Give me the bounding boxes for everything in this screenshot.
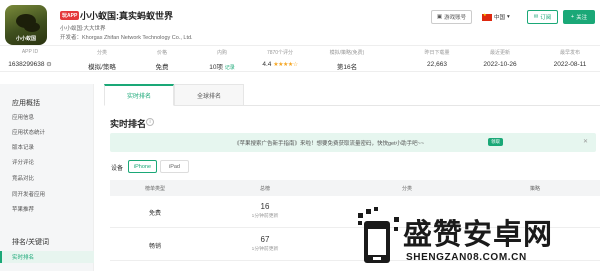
stat-value: 10项	[209, 64, 223, 71]
info-icon[interactable]: i	[146, 118, 154, 126]
account-icon: ▣	[436, 14, 443, 20]
app-subtitle: 小小蚁国:大大世界	[60, 26, 106, 32]
stats-bar: APP ID 1638299638 ⊙ 分类 模拟/策略 价格 免费 内购 10…	[0, 45, 600, 72]
stat-value: 2022-10-26	[483, 61, 517, 68]
star-rating-icon: ★★★★☆	[273, 62, 298, 68]
stat-label: 内购	[216, 50, 227, 56]
sidebar-item-apple-featured[interactable]: 苹果推荐	[12, 205, 34, 213]
rank-update-time: 1分钟前更新	[251, 247, 279, 252]
stat-label: 模拟/策略(免费)	[329, 50, 365, 56]
row-list-type: 畅销	[148, 244, 161, 250]
stat-label: 最近更新	[489, 50, 510, 56]
rank-update-time: 1分钟前更新	[251, 214, 279, 219]
subscribe-button[interactable]: ✉ 订阅	[527, 10, 558, 24]
col-header-list-type: 榜单类型	[144, 186, 165, 192]
stat-value: 4.4	[262, 61, 272, 68]
stat-label: 昨日下载量	[424, 50, 450, 56]
row-list-type: 免费	[148, 211, 161, 217]
stat-value: 模拟/策略	[88, 64, 116, 71]
device-iphone-button[interactable]: iPhone	[128, 160, 157, 173]
stat-category-rank: 模拟/策略(免费) 第16名	[317, 46, 377, 71]
sidebar-section-ranking: 排名/关键词	[12, 239, 49, 246]
stat-label: 7870个评分	[266, 50, 294, 56]
plus-icon: +	[570, 14, 575, 20]
chevron-down-icon: ▾	[507, 14, 510, 20]
col-header-total: 总榜	[259, 186, 270, 192]
watermark-en: SHENGZAN08.COM.CN	[406, 252, 527, 263]
close-icon[interactable]: ✕	[583, 138, 588, 145]
tab-realtime-rank[interactable]: 实时排名	[104, 84, 174, 106]
col-header-strategy: 策略	[529, 186, 540, 192]
sidebar-item-status[interactable]: 应用状态统计	[12, 128, 45, 136]
table-header: 榜单类型 总榜 分类 策略	[110, 180, 600, 196]
stat-value: 第16名	[336, 64, 358, 71]
follow-button[interactable]: + 关注	[563, 10, 595, 24]
device-label: 设备	[111, 166, 124, 172]
promo-banner: 《苹果搜索广告新手指南》来啦！想要免费获取流量密码，快快get小助手吧~~ 领取…	[110, 133, 596, 152]
stat-price: 价格 免费	[132, 46, 192, 71]
col-header-category: 分类	[401, 186, 412, 192]
stat-downloads: 昨日下载量 22,663	[407, 46, 467, 68]
china-flag-icon	[482, 12, 492, 21]
sidebar-item-label: 实时排名	[12, 255, 35, 261]
sidebar-item-realtime-rank[interactable]: 实时排名	[0, 251, 94, 263]
tab-global-rank[interactable]: 全球排名	[174, 84, 244, 106]
iap-record-link[interactable]: 记录	[225, 65, 235, 71]
row-total-rank: 16 1分钟前更新	[230, 202, 300, 219]
device-ipad-button[interactable]: iPad	[160, 160, 189, 173]
sidebar-item-versions[interactable]: 版本记录	[12, 143, 34, 151]
sidebar-item-app-info[interactable]: 应用信息	[12, 113, 34, 121]
stat-category: 分类 模拟/策略	[72, 46, 132, 71]
sidebar-item-reviews[interactable]: 评分评论	[12, 158, 34, 166]
rank-value: 16	[260, 202, 270, 211]
region-selector[interactable]: 中国 ▾	[482, 10, 516, 24]
app-badge: 玩APP	[60, 11, 80, 20]
stat-value: 2022-08-11	[553, 61, 587, 68]
stat-label: 分类	[96, 50, 107, 56]
watermark: 盛赞安卓网 SHENGZAN08.COM.CN	[356, 205, 600, 271]
stat-first-release: 最早发布 2022-08-11	[540, 46, 600, 68]
game-account-button[interactable]: ▣ 游戏账号	[431, 10, 472, 24]
stat-app-id: APP ID 1638299638 ⊙	[0, 46, 60, 68]
sidebar-item-same-developer[interactable]: 同开发者应用	[12, 190, 45, 198]
copy-icon[interactable]: ⊙	[46, 61, 51, 68]
stat-value: 免费	[155, 64, 169, 71]
section-title: 实时排名	[110, 119, 147, 129]
stat-value: 1638299638	[8, 61, 45, 68]
tab-bar: 实时排名 全球排名	[104, 84, 600, 106]
sidebar-item-competitors[interactable]: 竞品对比	[12, 174, 34, 182]
region-label: 中国	[494, 15, 506, 21]
stat-value: 22,663	[427, 61, 447, 68]
row-total-rank: 67 1分钟前更新	[230, 235, 300, 252]
phone-logo-icon	[358, 207, 399, 263]
rank-value: 67	[260, 235, 270, 244]
app-icon-caption: 小小蚁国	[15, 36, 36, 42]
banner-claim-button[interactable]: 领取	[488, 138, 503, 146]
ant-graphic	[16, 14, 36, 28]
mail-icon: ✉	[533, 14, 539, 20]
stat-label: APP ID	[21, 49, 39, 55]
app-header: 小小蚁国 玩APP 小小蚁国:真实蚂蚁世界 小小蚁国:大大世界 开发者：Khor…	[0, 0, 600, 72]
stat-rating: 7870个评分 4.4 ★★★★☆	[250, 46, 310, 68]
stat-label: 价格	[156, 50, 167, 56]
subscribe-label: 订阅	[540, 15, 552, 21]
stat-label: 最早发布	[559, 50, 580, 56]
sidebar-section-overview: 应用概括	[12, 100, 40, 107]
game-account-label: 游戏账号	[444, 15, 467, 21]
watermark-cn: 盛赞安卓网	[403, 217, 554, 251]
follow-label: 关注	[576, 15, 588, 21]
app-developer: 开发者：Khorgas Zhifan Network Technology Co…	[60, 35, 193, 41]
banner-text: 《苹果搜索广告新手指南》来啦！想要免费获取流量密码，快快get小助手吧~~	[234, 141, 425, 147]
stat-last-update: 最近更新 2022-10-26	[470, 46, 530, 68]
stat-iap: 内购 10项 记录	[192, 46, 252, 71]
app-title: 小小蚁国:真实蚂蚁世界	[80, 11, 173, 21]
app-icon: 小小蚁国	[5, 5, 47, 45]
